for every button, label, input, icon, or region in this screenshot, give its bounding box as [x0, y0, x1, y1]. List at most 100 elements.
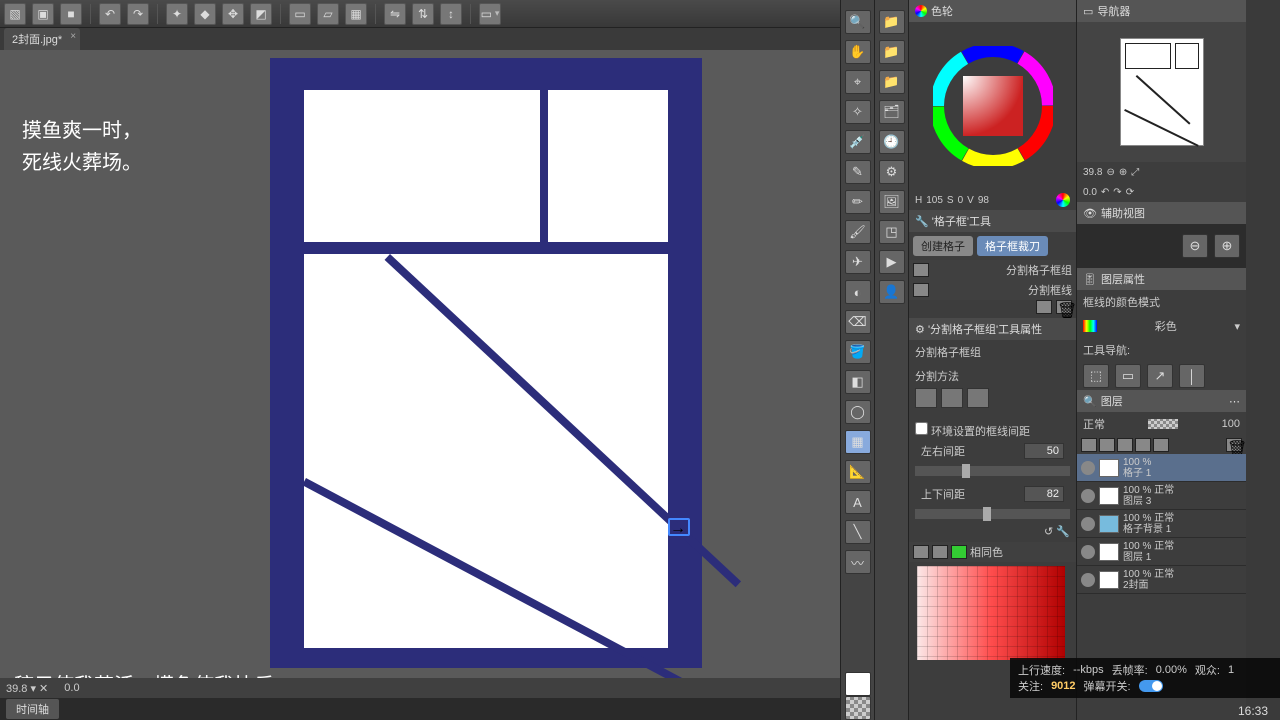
- lyr-btn4-icon[interactable]: [1135, 438, 1151, 452]
- blend-mode-row[interactable]: 正常 100: [1077, 412, 1246, 436]
- rotate-left-icon[interactable]: ↶: [1101, 187, 1109, 198]
- eraser-icon[interactable]: ⌫: [845, 310, 871, 334]
- env-spacing-checkbox[interactable]: [915, 422, 928, 435]
- lyr-trash-icon[interactable]: 🗑: [1226, 438, 1242, 452]
- new-subtool-icon[interactable]: [1036, 300, 1052, 314]
- cut-icon[interactable]: ✦: [166, 3, 188, 25]
- fill-icon[interactable]: 🪣: [845, 340, 871, 364]
- navigator-thumbnail[interactable]: [1077, 22, 1246, 162]
- zoom-fit-icon[interactable]: ⤢: [1131, 167, 1139, 178]
- qa-zoom-in-icon[interactable]: ⊕: [1214, 234, 1240, 258]
- split-mode-2-icon[interactable]: [941, 388, 963, 408]
- lyr-btn2-icon[interactable]: [1099, 438, 1115, 452]
- split-mode-1-icon[interactable]: [915, 388, 937, 408]
- pal-btn1-icon[interactable]: [913, 545, 929, 559]
- airbrush-icon[interactable]: ✈: [845, 250, 871, 274]
- redo-icon[interactable]: ↷: [127, 3, 149, 25]
- move-icon[interactable]: ✥: [222, 3, 244, 25]
- open-file-icon[interactable]: ▣: [32, 3, 54, 25]
- danmu-toggle[interactable]: [1139, 680, 1163, 692]
- panel-bottom[interactable]: [304, 254, 668, 648]
- layer-row[interactable]: 100 % 正常图层 1: [1077, 538, 1246, 566]
- shape-icon[interactable]: ◯: [845, 400, 871, 424]
- pal-btn2-icon[interactable]: [932, 545, 948, 559]
- canvas-workspace[interactable]: 摸鱼爽一时， 死线火葬场。 → 稿子使我苟活，摸鱼使我快乐: [0, 50, 840, 690]
- canvas-page[interactable]: →: [270, 58, 702, 668]
- layer-row-selected[interactable]: 100 %格子 1: [1077, 454, 1246, 482]
- layer-property-header[interactable]: 🎚 图层属性: [1077, 268, 1246, 290]
- select-icon[interactable]: ▭: [289, 3, 311, 25]
- visibility-icon[interactable]: [1081, 489, 1095, 503]
- brush-icon[interactable]: 🖌: [845, 220, 871, 244]
- align-icon[interactable]: ↕: [440, 3, 462, 25]
- view-dropdown-icon[interactable]: ▭: [479, 3, 501, 25]
- layer-options-icon[interactable]: ⋯: [1229, 395, 1240, 408]
- folder3-icon[interactable]: 📁: [879, 70, 905, 94]
- divider-handle-icon[interactable]: →: [668, 518, 690, 536]
- border-color-mode-select[interactable]: 彩色▾: [1077, 314, 1246, 338]
- people-icon[interactable]: 👤: [879, 280, 905, 304]
- ruler-icon[interactable]: 📐: [845, 460, 871, 484]
- layers-stack-icon[interactable]: 🗂: [879, 100, 905, 124]
- top-spacing-slider[interactable]: [915, 509, 1070, 519]
- timeline-tab[interactable]: 时间轴: [6, 699, 59, 719]
- eyedropper-icon[interactable]: 💉: [845, 130, 871, 154]
- wrench-small-icon[interactable]: 🔧: [1056, 526, 1070, 538]
- new-file-icon[interactable]: ▧: [4, 3, 26, 25]
- flip-h-icon[interactable]: ⇋: [384, 3, 406, 25]
- crop-icon[interactable]: ▱: [317, 3, 339, 25]
- hand-icon[interactable]: ✋: [845, 40, 871, 64]
- quick-access-header[interactable]: 👁 辅助视图: [1077, 202, 1246, 224]
- visibility-icon[interactable]: [1081, 545, 1095, 559]
- lasso-icon[interactable]: ⌖: [845, 70, 871, 94]
- bg-color-swatch[interactable]: [845, 696, 871, 720]
- delete-subtool-icon[interactable]: 🗑: [1056, 300, 1072, 314]
- color-panel-header[interactable]: 色轮: [909, 0, 1076, 22]
- color-picker-icon[interactable]: [1056, 193, 1070, 207]
- paste-icon[interactable]: ◆: [194, 3, 216, 25]
- blend-icon[interactable]: ◐: [845, 280, 871, 304]
- top-spacing-field[interactable]: 82: [1024, 486, 1064, 502]
- tn3-icon[interactable]: ↗: [1147, 364, 1173, 388]
- pal-add-icon[interactable]: [951, 545, 967, 559]
- left-spacing-field[interactable]: 50: [1024, 443, 1064, 459]
- 3d-icon[interactable]: ◳: [879, 220, 905, 244]
- folder1-icon[interactable]: 📁: [879, 10, 905, 34]
- create-frame-button[interactable]: 创建格子: [913, 236, 973, 256]
- navigator-header[interactable]: ▭ 导航器: [1077, 0, 1246, 22]
- wand-icon[interactable]: ✧: [845, 100, 871, 124]
- frame-crop-button[interactable]: 格子框裁刀: [977, 236, 1048, 256]
- tn1-icon[interactable]: ⬚: [1083, 364, 1109, 388]
- qa-zoom-out-icon[interactable]: ⊖: [1182, 234, 1208, 258]
- layer-row[interactable]: 100 % 正常图层 3: [1077, 482, 1246, 510]
- frame-tool-icon[interactable]: ▦: [845, 430, 871, 454]
- subtool-row-1[interactable]: 分割格子框组: [909, 260, 1076, 280]
- grid-icon[interactable]: ▦: [345, 3, 367, 25]
- pencil-icon[interactable]: ✏: [845, 190, 871, 214]
- flip-v-icon[interactable]: ⇅: [412, 3, 434, 25]
- material-icon[interactable]: 🖼: [879, 190, 905, 214]
- rotate-icon[interactable]: ◩: [250, 3, 272, 25]
- visibility-icon[interactable]: [1081, 461, 1095, 475]
- close-icon[interactable]: ×: [70, 31, 76, 42]
- tn4-icon[interactable]: │: [1179, 364, 1205, 388]
- color-wheel[interactable]: [909, 22, 1076, 190]
- angle-readout[interactable]: 0.0: [64, 682, 79, 694]
- text-icon[interactable]: A: [845, 490, 871, 514]
- subtool-row-2[interactable]: 分割框线: [909, 280, 1076, 300]
- visibility-icon[interactable]: [1081, 573, 1095, 587]
- layer-row[interactable]: 100 % 正常2封面: [1077, 566, 1246, 594]
- magnify-icon[interactable]: 🔍: [845, 10, 871, 34]
- lyr-btn3-icon[interactable]: [1117, 438, 1133, 452]
- folder2-icon[interactable]: 📁: [879, 40, 905, 64]
- anim-icon[interactable]: ▶: [879, 250, 905, 274]
- zoom-in-icon[interactable]: ⊕: [1119, 167, 1127, 178]
- curve-icon[interactable]: 〰: [845, 550, 871, 574]
- left-spacing-slider[interactable]: [915, 466, 1070, 476]
- save-icon[interactable]: ■: [60, 3, 82, 25]
- tn2-icon[interactable]: ▭: [1115, 364, 1141, 388]
- rotate-right-icon[interactable]: ↷: [1113, 187, 1121, 198]
- undo-icon[interactable]: ↶: [99, 3, 121, 25]
- pen-icon[interactable]: ✎: [845, 160, 871, 184]
- panel-top-left[interactable]: [304, 90, 540, 242]
